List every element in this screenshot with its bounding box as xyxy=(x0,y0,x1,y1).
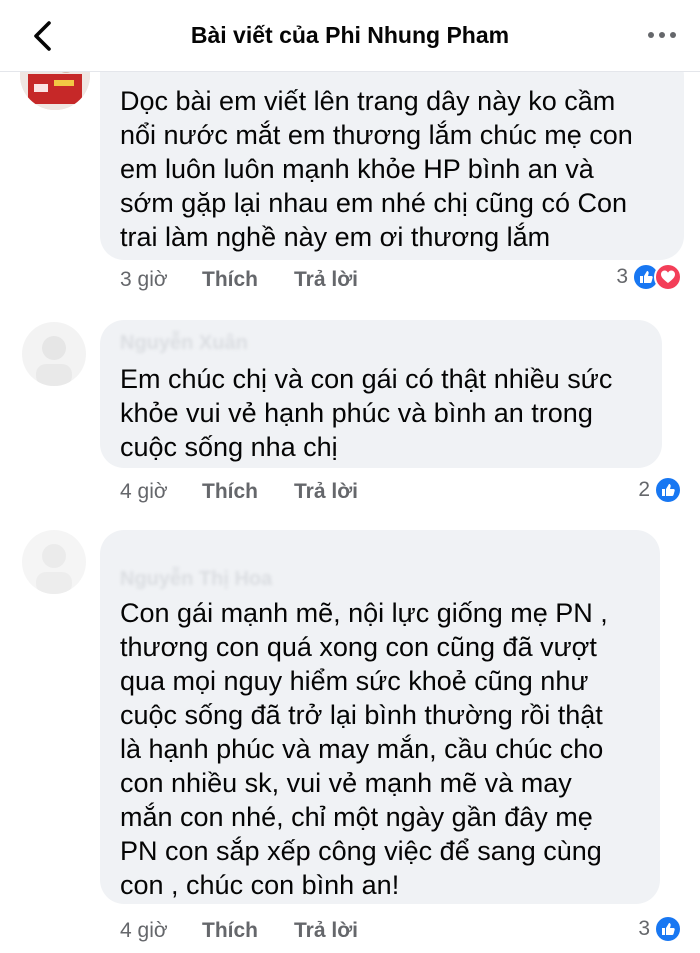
avatar-image-icon xyxy=(22,530,86,594)
like-icon xyxy=(654,915,682,943)
reaction-count: 3 xyxy=(638,917,650,940)
avatar-image-icon xyxy=(22,322,86,386)
reaction-summary[interactable]: 2 xyxy=(638,476,682,504)
comment-actions: 4 giờ Thích Trả lời xyxy=(120,919,358,943)
reaction-count: 3 xyxy=(616,265,628,288)
comment-text: Em chúc chị và con gái có thật nhiều sức… xyxy=(120,364,613,462)
comment-time[interactable]: 4 giờ xyxy=(120,919,202,943)
comment-text: Con gái mạnh mẽ, nội lực giống mẹ PN , t… xyxy=(120,598,608,900)
comment-author[interactable]: Nguyễn Thị Hoa xyxy=(120,568,640,590)
comment-actions: 4 giờ Thích Trả lời xyxy=(120,480,358,504)
reaction-summary[interactable]: 3 xyxy=(616,263,682,291)
like-button[interactable]: Thích xyxy=(202,480,294,504)
more-icon xyxy=(648,32,676,38)
comment-text: Dọc bài em viết lên trang dây này ko cầm… xyxy=(120,86,633,252)
comment-bubble: Nguyễn Xuân Em chúc chị và con gái có th… xyxy=(100,320,662,468)
like-button[interactable]: Thích xyxy=(202,268,294,292)
comment-author[interactable]: Nguyễn Xuân xyxy=(120,332,642,354)
page-title: Bài viết của Phi Nhung Pham xyxy=(190,22,510,48)
top-bar: Bài viết của Phi Nhung Pham xyxy=(0,0,700,72)
reply-button[interactable]: Trả lời xyxy=(294,919,358,943)
comment-actions: 3 giờ Thích Trả lời xyxy=(120,268,358,292)
avatar[interactable] xyxy=(22,322,86,386)
love-icon xyxy=(654,263,682,291)
back-button[interactable] xyxy=(22,16,62,56)
more-options-button[interactable] xyxy=(642,20,682,50)
like-button[interactable]: Thích xyxy=(202,919,294,943)
reply-button[interactable]: Trả lời xyxy=(294,268,358,292)
like-icon xyxy=(654,476,682,504)
reaction-count: 2 xyxy=(638,478,650,501)
avatar[interactable] xyxy=(22,530,86,594)
comment-time[interactable]: 4 giờ xyxy=(120,480,202,504)
comment-bubble: Nguyễn Thị Hoa Con gái mạnh mẽ, nội lực … xyxy=(100,530,660,904)
comment-time[interactable]: 3 giờ xyxy=(120,268,202,292)
reply-button[interactable]: Trả lời xyxy=(294,480,358,504)
reaction-summary[interactable]: 3 xyxy=(638,915,682,943)
comment-bubble: Dọc bài em viết lên trang dây này ko cầm… xyxy=(100,52,684,260)
chevron-left-icon xyxy=(34,21,51,51)
